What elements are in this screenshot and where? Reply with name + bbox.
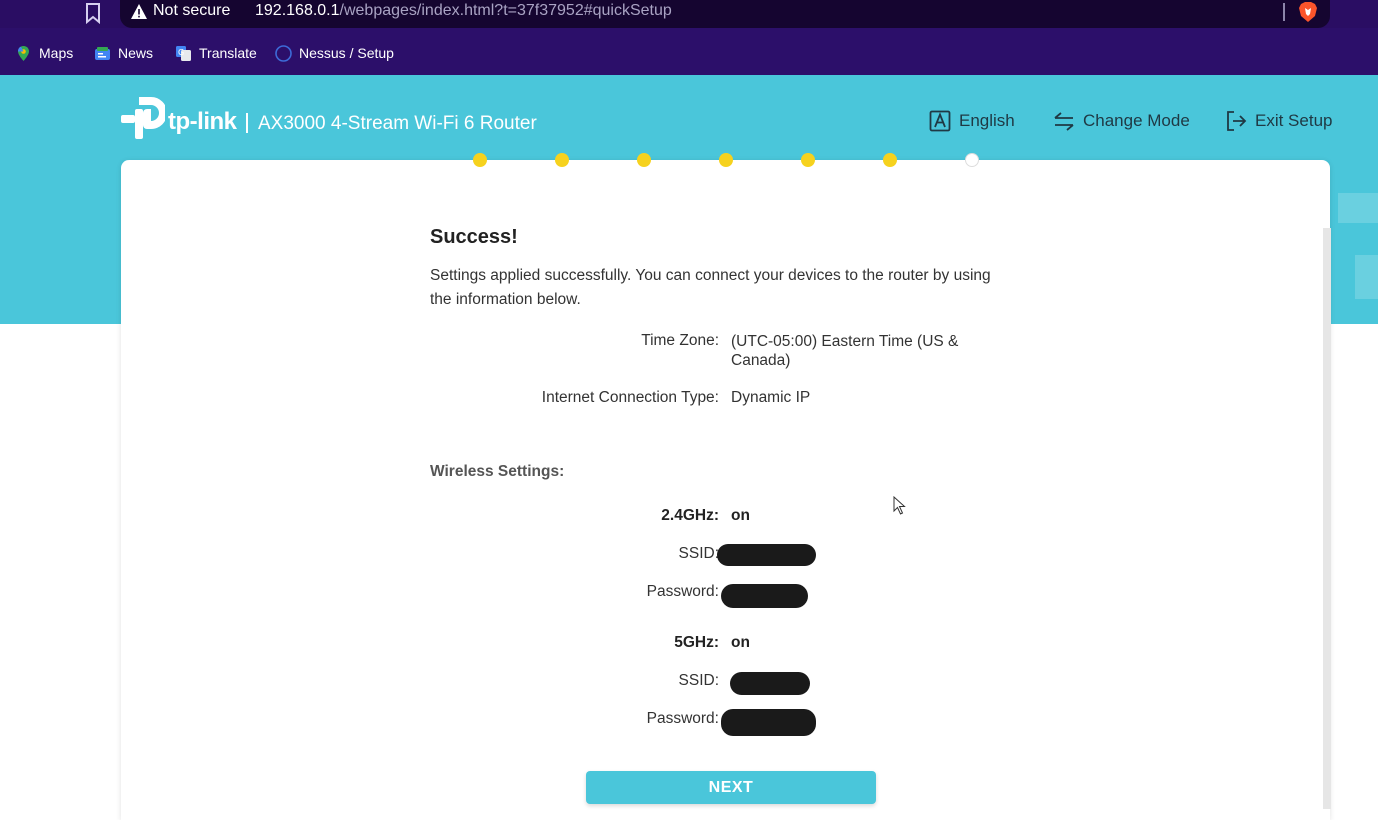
progress-step: [473, 153, 487, 167]
redacted-ssid: [730, 672, 810, 695]
bookmark-translate[interactable]: G Translate: [175, 43, 257, 63]
bookmark-nessus[interactable]: Nessus / Setup: [275, 43, 394, 63]
progress-step: [719, 153, 733, 167]
band-24-password-label: Password:: [646, 583, 719, 600]
browser-url-bar: Not secure 192.168.0.1/webpages/index.ht…: [0, 0, 1378, 28]
svg-text:G: G: [178, 48, 184, 57]
success-message: Settings applied successfully. You can c…: [430, 267, 991, 308]
band-24-ssid-label: SSID:: [678, 545, 719, 562]
band-24-status: on: [731, 507, 750, 524]
bookmark-news[interactable]: News: [94, 43, 153, 63]
redacted-password: [721, 584, 808, 608]
brave-icon[interactable]: [1298, 1, 1318, 23]
band-5-status: on: [731, 634, 750, 651]
exit-setup-button[interactable]: Exit Setup: [1225, 108, 1333, 134]
globe-icon: [275, 44, 292, 62]
page-title: Success!: [430, 226, 518, 248]
url-host: 192.168.0.1: [255, 2, 340, 19]
connection-type-value: Dynamic IP: [731, 389, 811, 406]
change-mode-button[interactable]: Change Mode: [1053, 108, 1190, 134]
progress-step: [883, 153, 897, 167]
bookmark-maps[interactable]: Maps: [15, 43, 73, 63]
mouse-cursor-icon: [893, 495, 907, 516]
time-zone-value: (UTC-05:00) Eastern Time (US & Canada): [731, 333, 959, 369]
progress-step: [801, 153, 815, 167]
tplink-logo-icon: [121, 97, 167, 141]
url-path: /webpages/index.html?t=37f37952#quickSet…: [339, 2, 672, 19]
logo-text: tp-link: [168, 108, 237, 135]
decoration: [1338, 193, 1378, 223]
decoration: [1355, 255, 1378, 299]
connection-type-label: Internet Connection Type:: [541, 389, 719, 406]
swap-icon: [1053, 110, 1075, 132]
maps-icon: [15, 45, 32, 62]
progress-step: [637, 153, 651, 167]
time-zone-label: Time Zone:: [641, 332, 719, 349]
translate-icon: G: [175, 45, 192, 62]
language-icon: [929, 110, 951, 132]
scrollbar[interactable]: [1323, 228, 1331, 809]
warning-icon[interactable]: [130, 3, 148, 21]
next-button[interactable]: NEXT: [586, 771, 876, 804]
wireless-settings-title: Wireless Settings:: [430, 463, 565, 480]
bookmarks-bar: Maps News G Translate Nessus / Setup: [0, 28, 1378, 75]
exit-icon: [1225, 110, 1247, 132]
bookmark-icon[interactable]: [84, 2, 102, 25]
url-text[interactable]: 192.168.0.1/webpages/index.html?t=37f379…: [255, 2, 672, 20]
divider: [1283, 3, 1285, 21]
band-24-label: 2.4GHz:: [661, 507, 719, 524]
redacted-ssid: [717, 544, 816, 566]
language-selector[interactable]: English: [929, 108, 1015, 134]
progress-step: [965, 153, 979, 167]
divider: [246, 113, 248, 133]
band-5-label: 5GHz:: [674, 634, 719, 651]
progress-step: [555, 153, 569, 167]
product-name: AX3000 4-Stream Wi-Fi 6 Router: [258, 113, 537, 134]
redacted-password: [721, 709, 816, 736]
band-5-password-label: Password:: [646, 710, 719, 727]
band-5-ssid-label: SSID:: [678, 672, 719, 689]
security-status[interactable]: Not secure: [153, 2, 230, 20]
news-icon: [94, 45, 111, 62]
